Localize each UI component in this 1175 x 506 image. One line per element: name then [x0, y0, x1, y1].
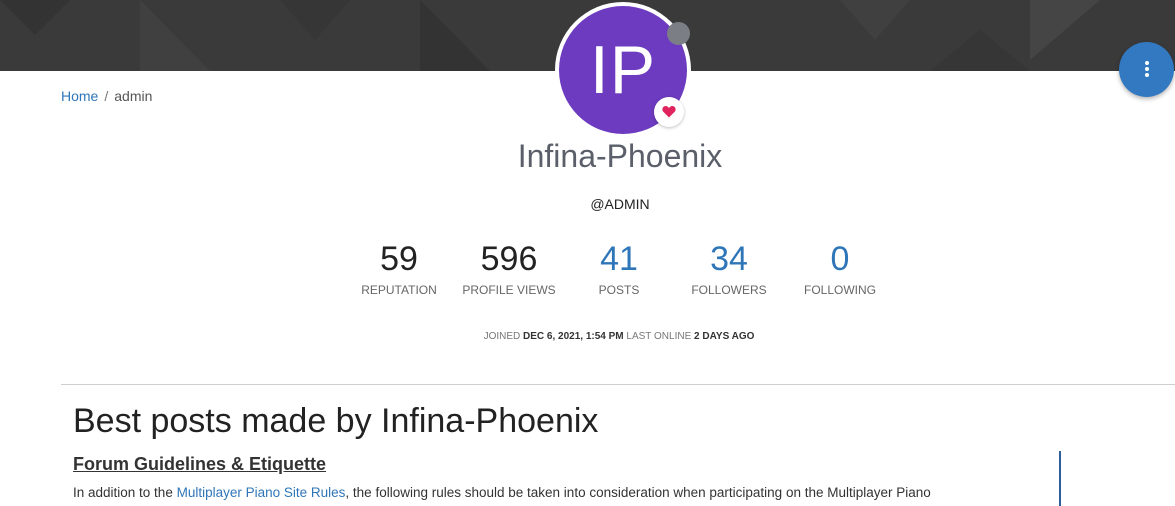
breadcrumb-home-link[interactable]: Home: [61, 88, 98, 104]
post-excerpt-prefix: In addition to the: [73, 485, 177, 500]
profile-fullname: Infina-Phoenix: [517, 138, 723, 174]
joined-info: JOINED DEC 6, 2021, 1:54 PM LAST ONLINE …: [0, 331, 1175, 342]
profile-menu-button[interactable]: [1119, 42, 1174, 97]
last-online-label: LAST ONLINE: [626, 331, 692, 342]
post-quote-bar: [1059, 451, 1061, 506]
post-title-link[interactable]: Forum Guidelines & Etiquette: [73, 454, 326, 475]
kebab-vertical-icon: [1144, 61, 1149, 77]
breadcrumb-separator: /: [104, 88, 109, 104]
heart-badge[interactable]: [654, 97, 684, 127]
joined-label: JOINED: [483, 331, 521, 342]
joined-date: DEC 6, 2021, 1:54 PM: [523, 331, 624, 342]
post-excerpt-suffix: , the following rules should be taken in…: [345, 485, 931, 500]
stat-value[interactable]: 0: [770, 238, 910, 280]
post-excerpt: In addition to the Multiplayer Piano Sit…: [73, 485, 931, 500]
breadcrumb: Home / admin: [61, 88, 152, 104]
stat-label[interactable]: FOLLOWING: [770, 283, 910, 297]
best-posts-heading: Best posts made by Infina-Phoenix: [73, 402, 599, 440]
stat-following[interactable]: 0 FOLLOWING: [770, 238, 910, 297]
profile-username: @ADMIN: [590, 196, 650, 212]
section-divider: [61, 384, 1175, 385]
breadcrumb-current: admin: [114, 88, 153, 104]
site-rules-link[interactable]: Multiplayer Piano Site Rules: [177, 485, 346, 500]
last-online-value: 2 DAYS AGO: [694, 331, 755, 342]
heart-icon: [662, 106, 676, 118]
status-dot-icon: [667, 22, 690, 45]
